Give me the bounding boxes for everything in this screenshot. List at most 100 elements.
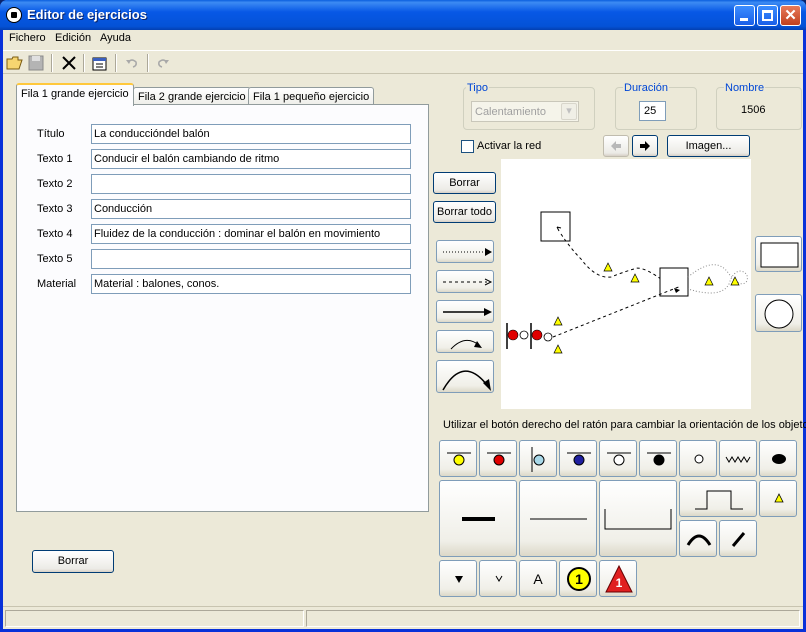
field-label-material: Material bbox=[37, 278, 77, 290]
goal-small-tool[interactable] bbox=[679, 480, 757, 517]
number-yellow-tool[interactable]: 1 bbox=[559, 560, 597, 597]
ellipse-black-tool[interactable] bbox=[759, 440, 797, 477]
tipo-select[interactable]: Calentamiento ▾ bbox=[471, 101, 579, 122]
field-label-texto-2: Texto 2 bbox=[37, 178, 73, 190]
undo-icon[interactable] bbox=[123, 54, 141, 72]
dashed-arrow-tool[interactable] bbox=[436, 270, 494, 293]
cone-1 bbox=[603, 262, 613, 272]
arrow-left-icon bbox=[611, 141, 621, 151]
activar-red-label: Activar la red bbox=[477, 140, 542, 152]
delete-x-icon[interactable] bbox=[60, 54, 78, 72]
close-icon: ✕ bbox=[784, 7, 797, 24]
chevron-down-tool[interactable] bbox=[479, 560, 517, 597]
target-square bbox=[659, 267, 689, 297]
red-player-2 bbox=[531, 329, 543, 341]
field-label-texto-3: Texto 3 bbox=[37, 203, 73, 215]
zigzag-tool[interactable] bbox=[719, 440, 757, 477]
texto-4-input[interactable]: Fluidez de la conducción : dominar el ba… bbox=[91, 224, 411, 244]
titulo-input[interactable]: La conduccióndel balón bbox=[91, 124, 411, 144]
dotted-arrow-tool[interactable] bbox=[436, 240, 494, 263]
circle-tool[interactable] bbox=[755, 294, 802, 332]
folder-open-icon[interactable] bbox=[6, 54, 24, 72]
maximize-icon bbox=[762, 10, 773, 21]
previous-button[interactable] bbox=[603, 135, 629, 157]
triangle-down-tool[interactable] bbox=[439, 560, 477, 597]
field-label-texto-4: Texto 4 bbox=[37, 228, 73, 240]
menu-edicion[interactable]: Edición bbox=[55, 32, 91, 44]
cone-3 bbox=[704, 276, 714, 286]
minimize-button[interactable] bbox=[734, 5, 755, 26]
menu-ayuda[interactable]: Ayuda bbox=[100, 32, 131, 44]
player-black-tool[interactable] bbox=[639, 440, 677, 477]
minimize-icon bbox=[740, 18, 748, 21]
player-yellow-tool[interactable] bbox=[439, 440, 477, 477]
tipo-select-value: Calentamiento bbox=[475, 106, 546, 118]
goal-open-tool[interactable] bbox=[599, 480, 677, 557]
window-title: Editor de ejercicios bbox=[27, 7, 147, 22]
arc-tool[interactable] bbox=[679, 520, 717, 557]
toolbar-separator bbox=[83, 54, 85, 72]
field-label-titulo: Título bbox=[37, 128, 65, 140]
chevron-down-icon[interactable]: ▾ bbox=[561, 103, 577, 120]
dashed-path-1 bbox=[560, 233, 662, 280]
start-square bbox=[540, 211, 571, 242]
material-input[interactable]: Material : balones, conos. bbox=[91, 274, 411, 294]
soccer-ball-icon bbox=[6, 7, 22, 23]
ball-1 bbox=[519, 330, 529, 340]
properties-icon[interactable] bbox=[91, 54, 109, 72]
toolbar-separator bbox=[147, 54, 149, 72]
player-white-tool[interactable] bbox=[599, 440, 637, 477]
cone-4 bbox=[730, 276, 740, 286]
thin-line-tool[interactable] bbox=[519, 480, 597, 557]
ball-tool[interactable] bbox=[679, 440, 717, 477]
borrar-form-button[interactable]: Borrar bbox=[32, 550, 114, 573]
status-bar bbox=[3, 606, 803, 629]
player-blue-tool[interactable] bbox=[559, 440, 597, 477]
cone-tool[interactable] bbox=[759, 480, 797, 517]
player-light-blue-tool[interactable] bbox=[519, 440, 557, 477]
texto-5-input[interactable] bbox=[91, 249, 411, 269]
cone-5 bbox=[553, 316, 563, 326]
menu-fichero[interactable]: Fichero bbox=[9, 32, 46, 44]
ball-2 bbox=[543, 332, 553, 342]
thick-line-tool[interactable] bbox=[439, 480, 517, 557]
title-bar[interactable]: Editor de ejercicios ✕ bbox=[0, 0, 806, 30]
next-button[interactable] bbox=[632, 135, 658, 157]
imagen-button[interactable]: Imagen... bbox=[667, 135, 750, 157]
number-red-label: 1 bbox=[615, 576, 623, 590]
app-window: Editor de ejercicios ✕ Fichero Edición A… bbox=[0, 0, 806, 632]
close-button[interactable]: ✕ bbox=[780, 5, 801, 26]
solid-arrow-tool[interactable] bbox=[436, 300, 494, 323]
nombre-value: 1506 bbox=[741, 104, 766, 116]
tipo-label: Tipo bbox=[466, 82, 489, 94]
borrar-todo-button[interactable]: Borrar todo bbox=[433, 201, 496, 223]
toolbar bbox=[3, 50, 803, 74]
number-red-tool[interactable]: 1 bbox=[599, 560, 637, 597]
borrar-canvas-button[interactable]: Borrar bbox=[433, 172, 496, 194]
player-red-tool[interactable] bbox=[479, 440, 517, 477]
menu-bar: Fichero Edición Ayuda bbox=[3, 30, 803, 48]
save-icon[interactable] bbox=[27, 54, 45, 72]
text-tool[interactable]: A bbox=[519, 560, 557, 597]
maximize-button[interactable] bbox=[757, 5, 778, 26]
orientation-hint: Utilizar el botón derecho del ratón para… bbox=[443, 419, 806, 431]
texto-1-input[interactable]: Conducir el balón cambiando de ritmo bbox=[91, 149, 411, 169]
activar-red-checkbox[interactable] bbox=[461, 140, 474, 153]
texto-2-input[interactable] bbox=[91, 174, 411, 194]
redo-icon[interactable] bbox=[154, 54, 172, 72]
nombre-label: Nombre bbox=[724, 82, 766, 94]
cone-6 bbox=[553, 344, 563, 354]
status-pane-1 bbox=[5, 610, 304, 627]
texto-3-input[interactable]: Conducción bbox=[91, 199, 411, 219]
curved-arrow-tool[interactable] bbox=[436, 330, 494, 353]
dotted-path bbox=[687, 264, 748, 294]
toolbar-separator bbox=[115, 54, 117, 72]
rectangle-tool[interactable] bbox=[755, 236, 802, 272]
red-player-1 bbox=[507, 329, 519, 341]
duracion-input[interactable]: 25 bbox=[639, 101, 666, 121]
drawing-canvas[interactable] bbox=[501, 159, 751, 409]
cone-2 bbox=[630, 273, 640, 283]
arc-arrow-tool[interactable] bbox=[436, 360, 494, 393]
diagonal-line-tool[interactable] bbox=[719, 520, 757, 557]
tab-fila-1-grande[interactable]: Fila 1 grande ejercicio bbox=[16, 83, 134, 106]
